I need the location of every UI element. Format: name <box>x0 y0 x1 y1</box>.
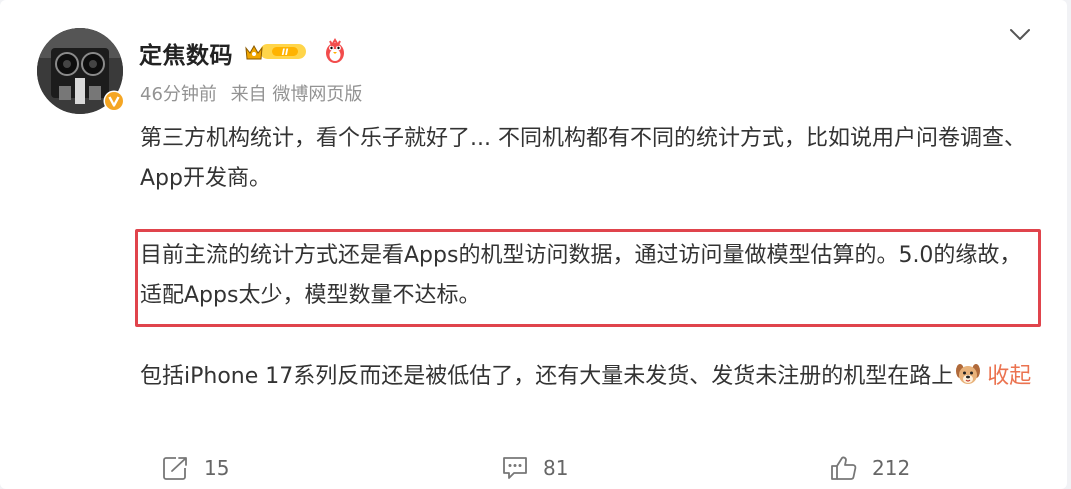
post-paragraph-1: 第三方机构统计，看个乐子就好了... 不同机构都有不同的统计方式，比如说用户问卷… <box>140 126 1026 191</box>
dog-face-emoji-icon <box>956 364 981 384</box>
post-source: 来自 微博网页版 <box>230 84 363 105</box>
post-time[interactable]: 46分钟前 <box>140 84 217 105</box>
crown-badge-icon[interactable]: II <box>244 40 310 62</box>
comment-button[interactable]: 81 <box>501 454 568 482</box>
post-paragraph-3: 包括iPhone 17系列反而还是被低估了，还有大量未发货、发货未注册的机型在路… <box>140 357 1040 397</box>
post-paragraph-2: 目前主流的统计方式还是看Apps的机型访问数据，通过访问量做模型估算的。5.0的… <box>140 243 1022 308</box>
avatar[interactable] <box>37 28 125 114</box>
repost-count: 15 <box>204 456 230 480</box>
post-meta: 46分钟前 来自 微博网页版 <box>140 80 370 106</box>
post-paragraph-3-text: 包括iPhone 17系列反而还是被低估了，还有大量未发货、发货未注册的机型在路… <box>140 364 954 389</box>
repost-icon <box>163 457 187 480</box>
weibo-post-card: 定焦数码 II 46分钟前 来自 微博网页版 第三方机构统计，看个乐子就好了..… <box>0 0 1067 489</box>
like-count: 212 <box>872 456 911 480</box>
repost-button[interactable]: 15 <box>162 454 229 482</box>
like-button[interactable]: 212 <box>830 454 910 482</box>
thumbs-up-icon <box>831 456 857 480</box>
username[interactable]: 定焦数码 <box>139 36 233 70</box>
vip-level-text: II <box>282 48 289 58</box>
chevron-down-icon[interactable] <box>1008 24 1032 44</box>
verified-v-icon <box>103 90 125 112</box>
comment-icon <box>503 457 527 479</box>
collapse-link[interactable]: 收起 <box>987 364 1031 389</box>
comment-count: 81 <box>543 456 569 480</box>
mascot-icon <box>326 38 344 63</box>
